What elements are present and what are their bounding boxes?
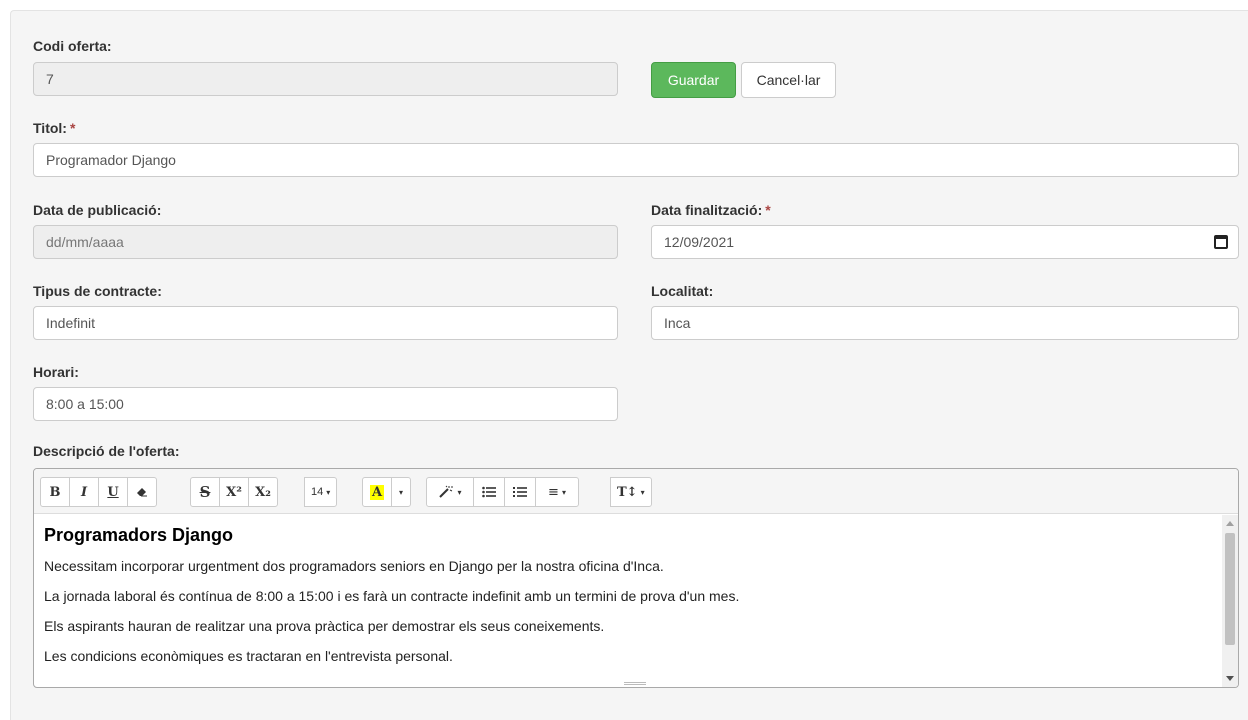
form-panel: Codi oferta: 7 Guardar Cancel·lar Titol:…	[10, 10, 1248, 720]
eraser-icon	[137, 488, 147, 497]
content-paragraph: La jornada laboral és contínua de 8:00 a…	[44, 588, 740, 604]
line-height-icon: T↕	[617, 484, 638, 500]
required-mark: *	[765, 202, 771, 218]
ordered-list-button[interactable]	[504, 477, 536, 507]
localitat-label: Localitat:	[651, 283, 714, 299]
font-color-button[interactable]: A	[362, 477, 392, 507]
data-finalitzacio-input[interactable]: 12/09/2021	[651, 225, 1239, 259]
tipus-contracte-label: Tipus de contracte:	[33, 283, 162, 299]
required-mark: *	[69, 120, 76, 136]
tipus-contracte-input[interactable]: Indefinit	[33, 306, 618, 340]
magic-icon	[439, 485, 454, 498]
height-group: T↕ ▾	[610, 477, 652, 509]
color-group: A ▾	[362, 477, 411, 509]
font-size-group: 14 ▾	[304, 477, 338, 509]
list-ul-icon	[482, 486, 496, 498]
data-finalitzacio-label: Data finalització: *	[651, 202, 771, 218]
scroll-down-icon[interactable]	[1226, 676, 1234, 681]
bold-button[interactable]: B	[40, 477, 70, 507]
chevron-down-icon: ▾	[640, 487, 645, 497]
paragraph-group: ▾ ≡ ▾	[426, 477, 579, 509]
align-dropdown[interactable]: ≡ ▾	[535, 477, 579, 507]
date-value: 12/09/2021	[664, 234, 735, 250]
list-ol-icon	[513, 487, 527, 497]
line-height-dropdown[interactable]: T↕ ▾	[610, 477, 652, 507]
horari-label: Horari:	[33, 364, 79, 380]
unordered-list-button[interactable]	[473, 477, 505, 507]
cancel-button[interactable]: Cancel·lar	[741, 62, 836, 98]
codi-input: 7	[33, 62, 618, 96]
data-publicacio-label: Data de publicació:	[33, 202, 162, 218]
superscript-button[interactable]: X²	[219, 477, 249, 507]
font-size-dropdown[interactable]: 14 ▾	[304, 477, 338, 507]
localitat-input[interactable]: Inca	[651, 306, 1239, 340]
align-icon: ≡	[548, 484, 559, 500]
titol-label: Titol: *	[33, 120, 76, 136]
save-button[interactable]: Guardar	[651, 62, 736, 98]
style-dropdown[interactable]: ▾	[426, 477, 474, 507]
content-paragraph: Les condicions econòmiques es tractaran …	[44, 648, 453, 664]
chevron-down-icon: ▾	[561, 487, 566, 497]
color-a-icon: A	[369, 484, 385, 500]
color-dropdown[interactable]: ▾	[391, 477, 411, 507]
content-paragraph: Els aspirants hauran de realitzar una pr…	[44, 618, 605, 634]
clear-format-button[interactable]	[127, 477, 157, 507]
chevron-down-icon: ▾	[326, 487, 331, 497]
editor-scrollbar[interactable]	[1222, 515, 1238, 687]
calendar-icon[interactable]	[1214, 235, 1228, 249]
scroll-up-icon[interactable]	[1226, 521, 1234, 526]
font-extra-group: S X² X₂	[190, 477, 278, 509]
subscript-button[interactable]: X₂	[248, 477, 278, 507]
strikethrough-button[interactable]: S	[190, 477, 220, 507]
italic-button[interactable]: I	[69, 477, 99, 507]
content-heading: Programadors Django	[44, 525, 234, 545]
content-paragraph: Necessitam incorporar urgentment dos pro…	[44, 558, 664, 574]
descripcio-label: Descripció de l'oferta:	[33, 443, 180, 459]
titol-input[interactable]: Programador Django	[33, 143, 1239, 177]
editor-content[interactable]: Programadors Django Necessitam incorpora…	[34, 515, 1222, 687]
editor-toolbar: B I U S X² X₂ 14 ▾ A ▾ ▾ ≡ ▾ T↕ ▾	[34, 469, 1238, 514]
horari-input[interactable]: 8:00 a 15:00	[33, 387, 618, 421]
underline-button[interactable]: U	[98, 477, 128, 507]
data-publicacio-input: dd/mm/aaaa	[33, 225, 618, 259]
codi-label: Codi oferta:	[33, 38, 112, 54]
chevron-down-icon: ▾	[457, 487, 462, 497]
resize-handle[interactable]	[624, 682, 646, 685]
font-style-group: B I U	[40, 477, 157, 509]
rich-text-editor: B I U S X² X₂ 14 ▾ A ▾ ▾ ≡ ▾ T↕ ▾ Progra…	[33, 468, 1239, 688]
chevron-down-icon: ▾	[398, 487, 403, 497]
scroll-thumb[interactable]	[1225, 533, 1235, 645]
